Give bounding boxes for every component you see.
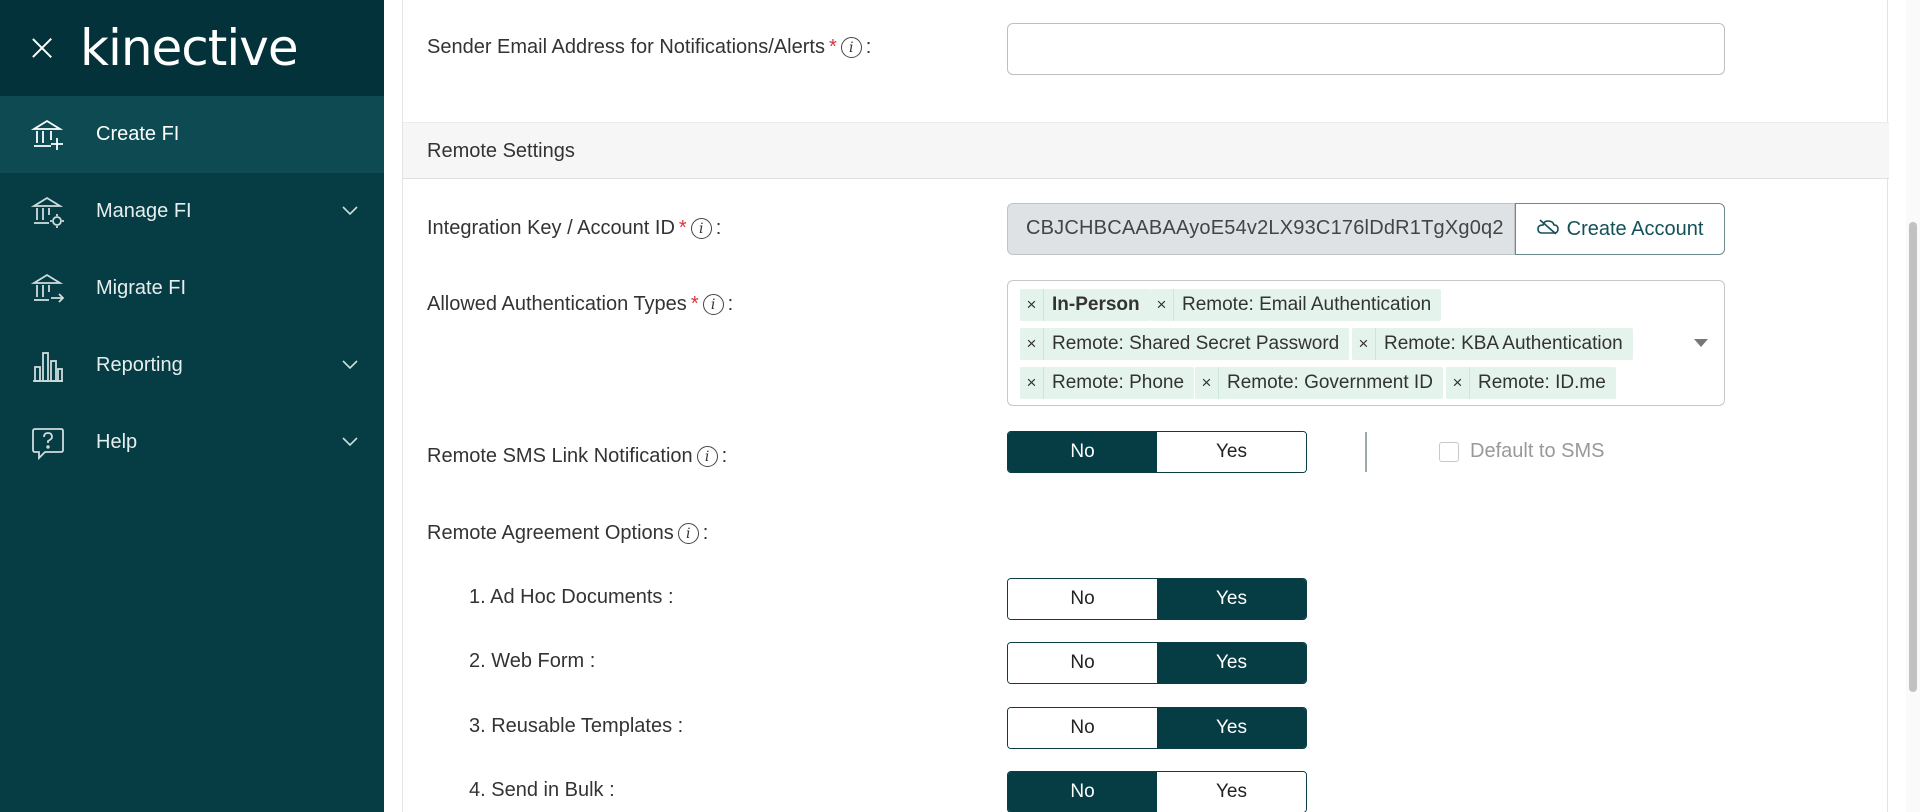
agreement-options-label: Remote Agreement Options i : (427, 522, 709, 544)
toggle-no[interactable]: No (1008, 772, 1157, 812)
bank-gear-icon (30, 194, 66, 230)
toggle-yes[interactable]: Yes (1157, 579, 1306, 619)
toggle-yes[interactable]: Yes (1157, 432, 1306, 472)
sidebar: kinective Create FI Manage FI Migrate FI (0, 0, 384, 812)
required-mark: * (678, 217, 687, 239)
toggle-no[interactable]: No (1008, 579, 1157, 619)
info-icon[interactable]: i (696, 446, 718, 467)
chevron-down-icon[interactable] (342, 203, 358, 221)
integration-key-field: CBJCHBCAABAAyoE54v2LX93C176lDdR1TgXg0q2 (1007, 203, 1515, 255)
toggle-no[interactable]: No (1008, 708, 1157, 748)
vertical-scrollbar[interactable] (1906, 0, 1920, 812)
sender-email-label: Sender Email Address for Notifications/A… (427, 36, 872, 58)
tag-kba-auth: × Remote: KBA Authentication (1352, 328, 1633, 360)
cloud-off-icon (1536, 218, 1559, 241)
remove-tag-icon[interactable]: × (1195, 367, 1219, 399)
checkbox[interactable] (1439, 441, 1459, 462)
tag-id-me: × Remote: ID.me (1446, 367, 1616, 399)
option-reusable-templates-label: 3. Reusable Templates : (469, 715, 684, 737)
bar-chart-icon (30, 348, 66, 384)
send-in-bulk-toggle[interactable]: No Yes (1007, 771, 1307, 812)
sidebar-item-migrate-fi[interactable]: Migrate FI (0, 250, 384, 327)
sidebar-item-create-fi[interactable]: Create FI (0, 96, 384, 173)
auth-types-label: Allowed Authentication Types * i : (427, 293, 734, 315)
remove-tag-icon[interactable]: × (1150, 289, 1174, 321)
tag-shared-secret: × Remote: Shared Secret Password (1020, 328, 1350, 360)
toggle-no[interactable]: No (1008, 643, 1157, 683)
sidebar-item-label: Create FI (96, 123, 180, 145)
kinective-logo: kinective (80, 19, 299, 77)
sidebar-item-label: Manage FI (96, 200, 192, 222)
info-icon[interactable]: i (677, 523, 699, 544)
remote-settings-header: Remote Settings (403, 122, 1889, 179)
bank-add-icon (30, 117, 66, 153)
web-form-toggle[interactable]: No Yes (1007, 642, 1307, 684)
info-icon[interactable]: i (690, 218, 712, 239)
auth-types-multiselect[interactable]: × In-Person × Remote: Email Authentication… (1007, 280, 1725, 406)
required-mark: * (828, 36, 837, 58)
info-icon[interactable]: i (702, 294, 724, 315)
divider (1365, 432, 1367, 472)
sidebar-item-manage-fi[interactable]: Manage FI (0, 173, 384, 250)
tag-phone: × Remote: Phone (1020, 367, 1195, 399)
tag-in-person: × In-Person (1020, 289, 1150, 321)
required-mark: * (690, 293, 699, 315)
sidebar-item-label: Reporting (96, 354, 183, 376)
form-panel: Sender Email Address for Notifications/A… (402, 0, 1889, 812)
info-icon[interactable]: i (840, 37, 862, 58)
chevron-down-icon[interactable] (342, 434, 358, 452)
sms-link-label: Remote SMS Link Notification i : (427, 445, 728, 467)
ad-hoc-toggle[interactable]: No Yes (1007, 578, 1307, 620)
toggle-no[interactable]: No (1008, 432, 1157, 472)
sms-link-toggle[interactable]: No Yes (1007, 431, 1307, 473)
remove-tag-icon[interactable]: × (1446, 367, 1470, 399)
remove-tag-icon[interactable]: × (1020, 289, 1044, 321)
sidebar-header: kinective (0, 0, 384, 96)
main-content: Sender Email Address for Notifications/A… (384, 0, 1904, 812)
toggle-yes[interactable]: Yes (1157, 708, 1306, 748)
help-bubble-icon (30, 425, 66, 461)
sidebar-item-label: Migrate FI (96, 277, 187, 299)
sender-email-input[interactable] (1007, 23, 1725, 75)
scrollbar-thumb[interactable] (1909, 222, 1917, 692)
integration-key-label: Integration Key / Account ID * i : (427, 217, 722, 239)
section-title: Remote Settings (427, 140, 575, 162)
option-send-in-bulk-label: 4. Send in Bulk : (469, 779, 615, 801)
bank-arrow-icon (30, 271, 66, 307)
sidebar-item-help[interactable]: Help (0, 404, 384, 481)
default-to-sms-checkbox[interactable]: Default to SMS (1439, 440, 1605, 463)
create-account-button[interactable]: Create Account (1515, 203, 1725, 255)
tag-government-id: × Remote: Government ID (1195, 367, 1443, 399)
option-web-form-label: 2. Web Form : (469, 650, 596, 672)
remove-tag-icon[interactable]: × (1020, 328, 1044, 360)
reusable-templates-toggle[interactable]: No Yes (1007, 707, 1307, 749)
option-ad-hoc-label: 1. Ad Hoc Documents : (469, 586, 674, 608)
checkbox-label: Default to SMS (1470, 440, 1605, 462)
remove-tag-icon[interactable]: × (1352, 328, 1376, 360)
toggle-yes[interactable]: Yes (1157, 772, 1306, 812)
sidebar-item-reporting[interactable]: Reporting (0, 327, 384, 404)
tag-email-auth: × Remote: Email Authentication (1150, 289, 1442, 321)
sidebar-item-label: Help (96, 431, 138, 453)
toggle-yes[interactable]: Yes (1157, 643, 1306, 683)
remove-tag-icon[interactable]: × (1020, 367, 1044, 399)
dropdown-caret-icon[interactable] (1694, 339, 1708, 347)
close-icon[interactable] (30, 36, 54, 60)
chevron-down-icon[interactable] (342, 357, 358, 375)
